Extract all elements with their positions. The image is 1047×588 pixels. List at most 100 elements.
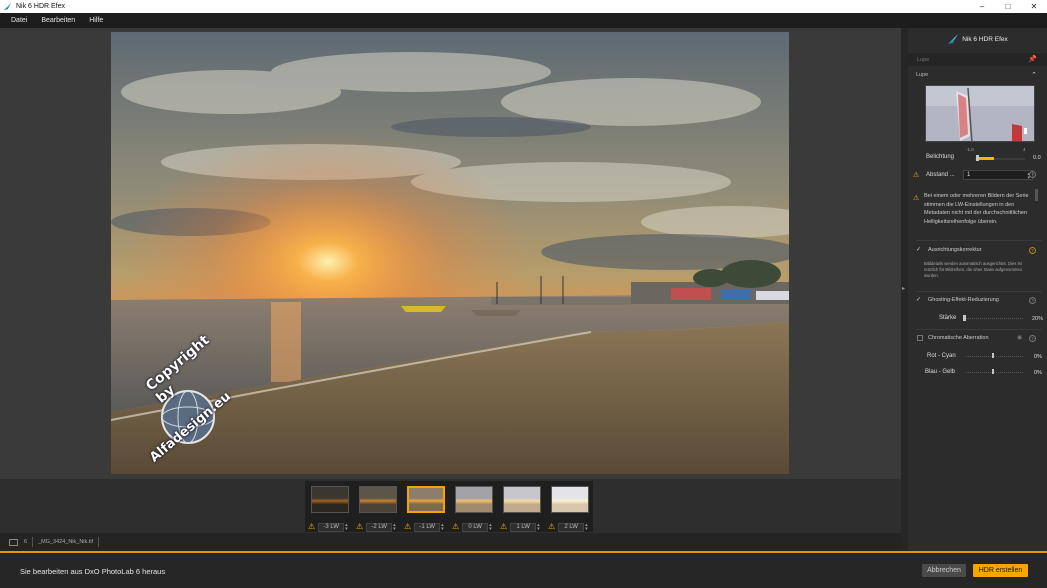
panel-brand-name: Nik 6 HDR Efex	[962, 35, 1008, 43]
warning-icon: ⚠	[308, 522, 316, 531]
alignment-label[interactable]: Ausrichtungskorrektur	[928, 246, 982, 255]
help-icon[interactable]: ?	[1029, 335, 1036, 342]
loupe-image	[926, 86, 1034, 141]
settings-panel: Nik 6 HDR Efex Lupe 📌 Lupe ⌃ -1.0 4 Beli…	[908, 28, 1047, 551]
hdr-preview-image[interactable]: Copyright by Alfadesign.eu	[111, 32, 789, 474]
footer-bar: Sie bearbeiten aus DxO PhotoLab 6 heraus…	[0, 553, 1047, 588]
minimize-button[interactable]: –	[969, 0, 995, 13]
spinner-icon[interactable]: ▴ ▾	[537, 523, 540, 532]
ghosting-checkbox[interactable]: ✓	[916, 296, 921, 303]
divider	[32, 537, 34, 547]
spinner-icon[interactable]: ▴ ▾	[393, 523, 396, 532]
exposure-thumbnail[interactable]	[551, 486, 589, 513]
loupe-preview[interactable]	[925, 85, 1035, 142]
image-viewer[interactable]: Copyright by Alfadesign.eu	[0, 28, 901, 479]
panel-collapse-toggle[interactable]: ▸	[901, 28, 908, 551]
app-window: Nik 6 HDR Efex – □ ✕ Datei Bearbeiten Hi…	[0, 0, 1047, 588]
alignment-checkbox[interactable]: ✓	[916, 246, 921, 253]
blue-yellow-slider-handle[interactable]	[992, 369, 994, 374]
file-name: _MG_3424_Nik_Nik.tif	[38, 539, 94, 545]
strength-slider-track[interactable]	[963, 318, 1023, 319]
close-button[interactable]: ✕	[1021, 0, 1047, 13]
exposure-slider-handle[interactable]	[976, 155, 979, 161]
exposure-value-control: ⚠ -2 LW ▴ ▾	[356, 522, 396, 532]
eye-icon[interactable]: ◉	[1017, 334, 1022, 341]
exposure-thumbnail[interactable]	[311, 486, 349, 513]
status-bar: 6 _MG_3424_Nik_Nik.tif	[0, 533, 901, 551]
strength-slider-handle[interactable]	[963, 315, 966, 321]
exposure-thumbnail[interactable]	[503, 486, 541, 513]
create-hdr-button[interactable]: HDR erstellen	[973, 564, 1028, 577]
exposure-value-control: ⚠ 1 LW ▴ ▾	[500, 522, 540, 532]
ghosting-label[interactable]: Ghosting-Effekt-Reduzierung	[928, 296, 999, 305]
chevron-right-icon: ▸	[902, 286, 906, 292]
strength-label: Stärke	[939, 315, 957, 321]
ev-field[interactable]: 1 LW	[510, 522, 537, 532]
panel-brand: Nik 6 HDR Efex	[908, 28, 1047, 50]
bracket-strip: ⚠ -3 LW ▴ ▾ ⚠ -2 LW ▴ ▾ ⚠ -1 LW ▴ ▾ ⚠ 0 LW ▴ ▾ ⚠ 1 LW ▴ ▾ ⚠ 2…	[305, 481, 593, 532]
panel-scrollbar[interactable]	[1035, 189, 1038, 201]
ev-field[interactable]: -3 LW	[318, 522, 345, 532]
spacing-label: Abstand ...	[926, 172, 955, 178]
blue-yellow-label: Blau - Gelb	[925, 369, 956, 375]
exposure-value-control: ⚠ -3 LW ▴ ▾	[308, 522, 348, 532]
warning-icon: ⚠	[356, 522, 364, 531]
maximize-button[interactable]: □	[995, 0, 1021, 13]
ev-field[interactable]: 2 LW	[558, 522, 585, 532]
loupe-bar-label: Lupe	[917, 56, 930, 63]
divider	[98, 537, 100, 547]
exposure-thumbnail[interactable]	[407, 486, 445, 513]
divider	[916, 291, 1042, 292]
ev-field[interactable]: -2 LW	[366, 522, 393, 532]
loupe-section-label: Lupe	[916, 72, 929, 78]
help-icon[interactable]: ?	[1029, 171, 1036, 178]
chromatic-label[interactable]: Chromatische Aberration	[928, 334, 989, 343]
spinner-icon[interactable]: ▴ ▾	[489, 523, 492, 532]
warning-icon: ⚠	[404, 522, 412, 531]
spacing-value: 1	[967, 172, 971, 178]
ev-field[interactable]: 0 LW	[462, 522, 489, 532]
menu-bearbeiten[interactable]: Bearbeiten	[41, 17, 75, 24]
title-bar: Nik 6 HDR Efex – □ ✕	[0, 0, 1047, 13]
exposure-value-control: ⚠ -1 LW ▴ ▾	[404, 522, 444, 532]
red-cyan-slider-track[interactable]	[966, 356, 1023, 357]
spinner-icon[interactable]: ▴ ▾	[585, 523, 588, 532]
blue-yellow-value: 0%	[1034, 370, 1042, 376]
exposure-tick-max: 4	[1023, 147, 1026, 152]
cancel-button[interactable]: Abbrechen	[922, 564, 966, 577]
menu-datei[interactable]: Datei	[11, 17, 27, 24]
warning-icon: ⚠	[548, 522, 556, 531]
menu-bar: Datei Bearbeiten Hilfe	[0, 13, 1047, 28]
image-count-icon	[9, 538, 18, 546]
warning-icon: ⚠	[500, 522, 508, 531]
spinner-icon[interactable]: ▴ ▾	[441, 523, 444, 532]
warning-icon: ⚠	[452, 522, 460, 531]
blue-yellow-slider-track[interactable]	[966, 372, 1023, 373]
spinner-icon[interactable]: ▴ ▾	[345, 523, 348, 532]
exposure-slider-fill	[979, 157, 994, 160]
loupe-toggle-bar[interactable]: Lupe 📌	[908, 53, 1047, 66]
spacing-input[interactable]: 1 ▴ ▾	[963, 170, 1033, 181]
red-cyan-label: Rot - Cyan	[927, 353, 956, 359]
divider	[916, 329, 1042, 330]
exposure-thumbnail[interactable]	[455, 486, 493, 513]
ev-field[interactable]: -1 LW	[414, 522, 441, 532]
image-count: 6	[24, 539, 28, 545]
help-icon[interactable]: ?	[1029, 247, 1036, 254]
chromatic-checkbox[interactable]	[917, 335, 923, 341]
lw-mismatch-warning: Bei einem oder mehreren Bildern der Seri…	[924, 193, 1029, 225]
menu-hilfe[interactable]: Hilfe	[89, 17, 103, 24]
chevron-up-icon[interactable]: ⌃	[1031, 71, 1037, 79]
red-cyan-value: 0%	[1034, 354, 1042, 360]
help-icon[interactable]: ?	[1029, 297, 1036, 304]
pin-icon[interactable]: 📌	[1028, 55, 1037, 63]
divider	[916, 240, 1042, 241]
loupe-section-header[interactable]: Lupe ⌃	[908, 72, 1047, 82]
alignment-note: Bilddetails werden automatisch ausgerich…	[924, 261, 1022, 278]
exposure-value-control: ⚠ 0 LW ▴ ▾	[452, 522, 492, 532]
exposure-thumbnail[interactable]	[359, 486, 397, 513]
warning-icon: ⚠	[913, 172, 920, 179]
red-cyan-slider-handle[interactable]	[992, 353, 994, 358]
exposure-value-control: ⚠ 2 LW ▴ ▾	[548, 522, 588, 532]
strength-value: 20%	[1032, 316, 1044, 322]
